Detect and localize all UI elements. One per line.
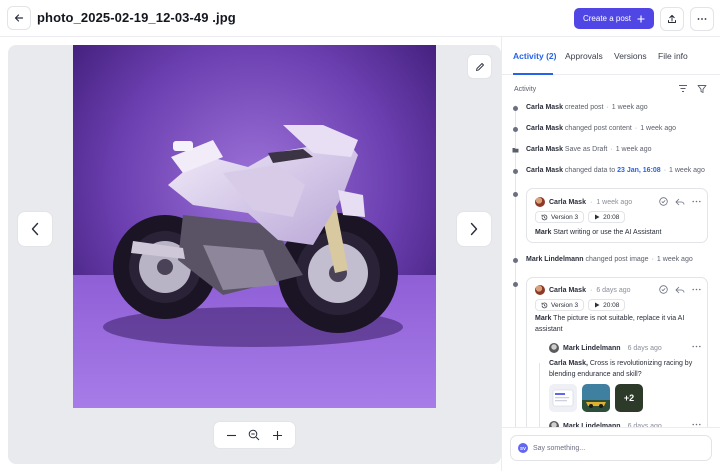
tab-file-info[interactable]: File info [658,51,688,61]
reply-actions [692,423,701,426]
zoom-toolbar [213,421,296,449]
reply-text: Carla Mask, Cross is revolutionizing rac… [549,360,693,378]
version-badge[interactable]: Version 3 [535,299,585,311]
motorcycle-photo [73,45,436,408]
comment-card: Carla Mask · 1 week ago Version 3 20:08 … [526,188,708,243]
comment-text: Mark The picture is not suitable, replac… [535,315,685,333]
timeline-dot [513,127,518,132]
next-image-button[interactable] [456,211,492,247]
more-horizontal-icon[interactable] [692,345,701,348]
create-post-button[interactable]: Create a post [574,8,654,29]
comment-author: Carla Mask [549,286,586,294]
check-circle-icon[interactable] [659,285,668,294]
comment-text: Mark Start writing or use the AI Assista… [535,229,662,236]
more-horizontal-icon[interactable] [692,423,701,426]
comment-header: Carla Mask · 6 days ago [535,285,631,295]
history-icon [541,302,548,308]
play-icon [595,302,600,308]
composer-area: SV Say something... [502,427,720,471]
comment-meta: Version 3 20:08 [535,299,626,311]
avatar [535,197,545,207]
date-link[interactable]: 23 Jan, 16:08 [617,167,661,174]
comment-actions [659,285,701,294]
version-badge[interactable]: Version 3 [535,211,585,223]
tab-versions[interactable]: Versions [614,51,647,61]
filter-icon[interactable] [697,84,707,94]
timeline-dot [513,258,518,263]
comment-actions [659,197,701,206]
activity-timeline [515,105,516,471]
tab-activity[interactable]: Activity (2) [513,51,556,61]
more-horizontal-icon[interactable] [692,200,701,203]
comment-meta: Version 3 20:08 [535,211,626,223]
attachment-thumbnail[interactable] [549,384,577,412]
reply-actions [692,345,701,348]
timeline-dot [513,282,518,287]
timestamp-badge[interactable]: 20:08 [588,299,626,311]
timeline-dot [513,192,518,197]
sort-icon[interactable] [678,84,688,93]
create-post-label: Create a post [582,14,632,23]
arrow-left-icon [14,14,24,22]
top-bar: photo_2025-02-19_12-03-49 .jpg Create a … [0,0,720,37]
timeline-dot [513,106,518,111]
comment-header: Carla Mask · 1 week ago [535,197,632,207]
activity-panel: Activity (2) Approvals Versions File inf… [501,37,720,471]
attachment-thumbnail[interactable] [582,384,610,412]
tab-approvals[interactable]: Approvals [565,51,603,61]
reply-time: 6 days ago [627,344,662,352]
share-button[interactable] [660,7,684,31]
chevron-left-icon [31,222,39,236]
timestamp-badge[interactable]: 20:08 [588,211,626,223]
zoom-reset-icon[interactable] [248,429,260,441]
more-horizontal-icon[interactable] [692,288,701,291]
activity-section-label: Activity [514,86,537,93]
activity-item: Carla Mask created post · 1 week ago [526,104,648,111]
reply-author: Mark Lindelmann [563,344,621,352]
comment-time: 6 days ago [596,286,631,294]
avatar [535,285,545,295]
history-icon [541,214,548,220]
zoom-in-icon[interactable] [272,430,283,441]
comment-placeholder: Say something... [533,444,586,452]
edit-image-button[interactable] [467,54,492,79]
panel-tabs: Activity (2) Approvals Versions File inf… [502,37,720,75]
file-title: photo_2025-02-19_12-03-49 .jpg [37,10,236,25]
check-circle-icon[interactable] [659,197,668,206]
timeline-dot [513,169,518,174]
more-horizontal-icon [697,18,707,20]
pencil-icon [475,62,484,71]
zoom-out-icon[interactable] [226,430,237,441]
avatar: SV [518,443,528,453]
activity-item: Carla Mask changed data to 23 Jan, 16:08… [526,167,705,174]
comment-time: 1 week ago [596,198,633,206]
upload-icon [668,14,676,23]
comment-input[interactable]: SV Say something... [510,435,712,461]
active-tab-indicator [513,73,553,75]
more-options-button[interactable] [690,7,714,31]
avatar [549,343,559,353]
activity-item: Carla Mask changed post content · 1 week a… [526,125,677,132]
play-icon [595,214,600,220]
folder-icon [512,148,519,153]
reply-icon[interactable] [675,198,685,206]
activity-item: Carla Mask Save as Draft · 1 week ago [526,146,652,153]
plus-icon [637,15,645,22]
previous-image-button[interactable] [17,211,53,247]
comment-author: Carla Mask [549,198,586,206]
more-attachments[interactable]: +2 [615,384,643,412]
reply-icon[interactable] [675,286,685,294]
back-button[interactable] [7,6,31,30]
reply-header: Mark Lindelmann 6 days ago [549,343,662,353]
chevron-right-icon [470,222,478,236]
activity-item: Mark Lindelmann changed post image · 1 wee… [526,256,693,263]
